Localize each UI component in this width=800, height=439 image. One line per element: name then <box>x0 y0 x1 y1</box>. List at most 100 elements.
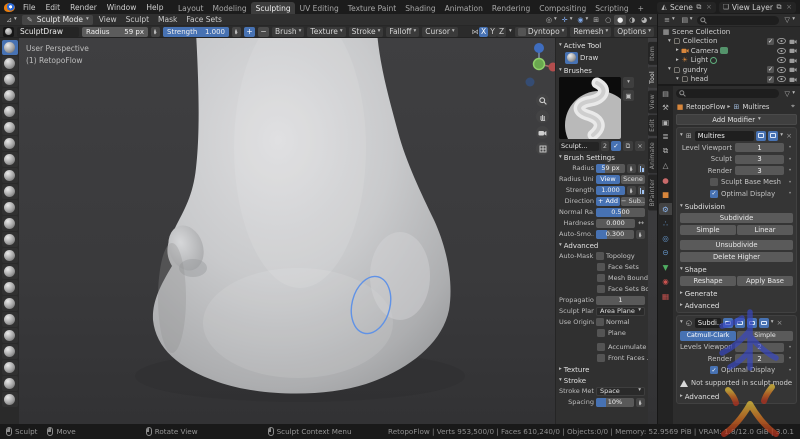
brush-tool-icon[interactable] <box>2 376 18 391</box>
level-viewport-field[interactable]: 1 <box>735 143 784 152</box>
scene-selector[interactable]: ◭ Scene ⧉ × <box>657 2 716 13</box>
front-faces-checkbox[interactable] <box>597 354 605 362</box>
falloff-popover[interactable]: Falloff▾ <box>386 27 419 37</box>
sculpt-base-mesh-checkbox[interactable] <box>710 178 718 186</box>
direction-segment[interactable]: + Add− Sub.. <box>596 197 645 206</box>
draw-tool-icon[interactable] <box>565 52 578 64</box>
tab-layout[interactable]: Layout <box>173 2 208 14</box>
expand-caret-icon[interactable]: ▾ <box>668 39 671 45</box>
tab-compositing[interactable]: Compositing <box>535 2 591 14</box>
modifier-name-field[interactable]: Subdi... <box>695 318 721 328</box>
camera-view-icon[interactable] <box>536 126 549 139</box>
move-view-icon[interactable] <box>536 110 549 123</box>
remove-modifier-icon[interactable]: × <box>785 132 793 140</box>
filter-funnel-icon[interactable]: ▽▾ <box>781 89 797 99</box>
subdivide-linear-button[interactable]: Linear <box>737 225 793 235</box>
camera-toggle-icon[interactable] <box>789 66 797 73</box>
subdivide-button[interactable]: Subdivide <box>680 213 793 223</box>
cursor-popover[interactable]: Cursor▾ <box>422 27 457 37</box>
show-viewport-toggle[interactable] <box>756 131 766 141</box>
tab-tool-icon[interactable]: ⚒ <box>659 102 672 114</box>
brush-tool-icon[interactable] <box>2 120 18 135</box>
brush-select-dropdown[interactable]: ▾ <box>623 77 634 88</box>
outliner-search-input[interactable] <box>697 16 780 25</box>
brush-datablock-name[interactable]: Sculpt... <box>559 142 599 151</box>
sculpt-plane-dropdown[interactable]: Area Plane▾ <box>596 307 645 316</box>
snap-button[interactable]: ✛▾ <box>559 15 575 25</box>
camera-toggle-icon[interactable] <box>789 47 797 54</box>
radius-pressure-pen-icon[interactable] <box>151 27 160 37</box>
tab-texture-icon[interactable]: ▦ <box>659 290 672 302</box>
brush-tool-icon[interactable] <box>2 56 18 71</box>
pressure-icon[interactable] <box>638 186 645 195</box>
collapse-caret-icon[interactable]: ▾ <box>680 133 683 139</box>
3d-viewport[interactable]: User Perspective (1) RetopoFlow ▾Active … <box>0 38 657 424</box>
sidebar-tab-tool[interactable]: Tool <box>648 67 657 88</box>
brush-tool-icon[interactable] <box>2 248 18 263</box>
generate-section-header[interactable]: ▸Generate <box>680 290 793 298</box>
brush-tool-icon[interactable] <box>2 392 18 407</box>
range-icon[interactable]: ↔ <box>637 219 645 227</box>
tab-scene-icon[interactable]: △ <box>659 160 672 172</box>
brush-tool-icon[interactable] <box>2 344 18 359</box>
tab-modeling[interactable]: Modeling <box>208 2 251 14</box>
outliner-row-scene-collection[interactable]: ▦ Scene Collection <box>658 27 800 37</box>
original-plane-checkbox[interactable] <box>597 329 605 337</box>
normal-radius-field[interactable]: 0.500 <box>596 208 645 217</box>
show-gizmo-button[interactable]: ⊞ <box>590 15 602 25</box>
texture-popover[interactable]: Texture▾ <box>307 27 345 37</box>
brush-name-field[interactable]: SculptDraw <box>17 27 79 37</box>
outliner-row-head[interactable]: ▾ ▢ head ✓ <box>658 75 800 85</box>
brush-settings-section-header[interactable]: ▾Brush Settings <box>559 154 645 162</box>
menu-file[interactable]: File <box>19 3 40 12</box>
show-render-toggle[interactable] <box>768 131 778 141</box>
face-sets-boundary-checkbox[interactable] <box>597 285 605 293</box>
brush-tool-icon[interactable] <box>2 232 18 247</box>
tab-world-icon[interactable]: ● <box>659 174 672 186</box>
exclude-checkbox[interactable]: ✓ <box>767 76 774 83</box>
camera-toggle-icon[interactable] <box>789 57 797 64</box>
close-icon[interactable]: × <box>705 3 713 11</box>
brush-tool-icon[interactable] <box>2 216 18 231</box>
brush-preview-image[interactable] <box>559 77 621 139</box>
brush-tool-icon[interactable] <box>2 200 18 215</box>
optimal-display-checkbox[interactable]: ✓ <box>710 190 718 198</box>
eye-icon[interactable] <box>777 76 786 82</box>
brush-tool-icon[interactable] <box>2 296 18 311</box>
pen-icon[interactable] <box>636 398 645 407</box>
tab-physics-icon[interactable]: ◎ <box>659 232 672 244</box>
outliner-filter-type-button[interactable]: ▤▾ <box>679 15 695 25</box>
display-mode-button[interactable]: ≡▾ <box>661 15 677 25</box>
brush-tool-icon[interactable] <box>2 312 18 327</box>
extras-dropdown-icon[interactable]: ▾ <box>771 320 774 326</box>
unlink-brush-icon[interactable]: × <box>635 141 645 151</box>
brush-tool-icon[interactable] <box>2 264 18 279</box>
tab-constraints-icon[interactable]: ⊝ <box>659 247 672 259</box>
filter-funnel-icon[interactable]: ▽▾ <box>781 15 797 25</box>
brush-tool-icon[interactable] <box>2 104 18 119</box>
dyntopo-popover[interactable]: Dyntopo▾ <box>515 27 568 37</box>
brush-tool-icon[interactable] <box>2 184 18 199</box>
add-modifier-button[interactable]: Add Modifier▾ <box>676 114 797 125</box>
sidebar-tab-item[interactable]: Item <box>648 42 657 65</box>
edit-mode-toggle[interactable] <box>735 318 745 328</box>
outliner-row-light[interactable]: ▸ ☀ Light <box>658 56 800 66</box>
expand-caret-icon[interactable]: ▸ <box>676 58 679 64</box>
sidebar-tab-edit[interactable]: Edit <box>648 115 657 136</box>
spacing-field[interactable]: 10% <box>596 398 634 407</box>
brush-user-count[interactable]: 2 <box>601 141 609 151</box>
sidebar-tab-bpainter[interactable]: BPainter <box>648 175 657 211</box>
brush-tool-icon[interactable] <box>2 40 18 55</box>
tab-output-icon[interactable]: ≣ <box>659 131 672 143</box>
stroke-popover[interactable]: Stroke▾ <box>349 27 384 37</box>
modifier-name-field[interactable]: Multires <box>695 131 754 141</box>
render-levels-field[interactable]: 2 <box>735 354 784 363</box>
sidebar-tab-view[interactable]: View <box>648 90 657 113</box>
tab-scripting[interactable]: Scripting <box>591 2 633 14</box>
tab-material-icon[interactable]: ◉ <box>659 276 672 288</box>
radius-unit-segment[interactable]: ViewScene <box>596 175 645 184</box>
subdivision-section-header[interactable]: ▾Subdivision <box>680 203 793 211</box>
sculpt-levels-field[interactable]: 3 <box>735 155 784 164</box>
remesh-popover[interactable]: Remesh▾ <box>570 27 611 37</box>
show-render-toggle[interactable] <box>759 318 769 328</box>
